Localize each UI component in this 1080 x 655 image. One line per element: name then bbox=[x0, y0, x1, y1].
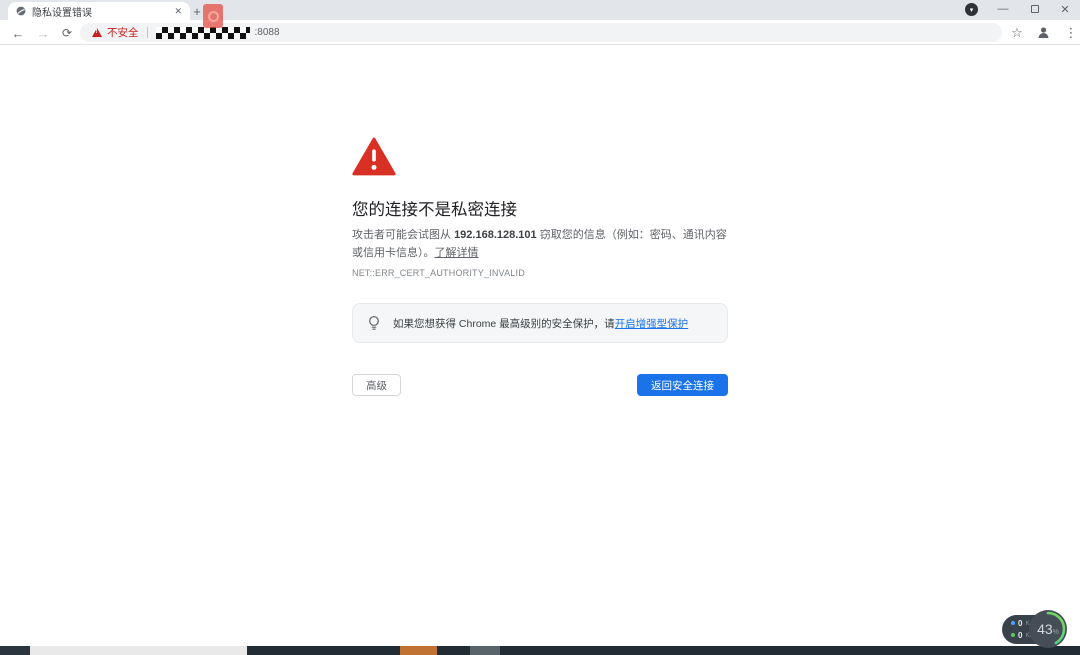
window-maximize-button[interactable] bbox=[1028, 2, 1042, 16]
overlay-toggle-chevron-icon[interactable]: ▾ bbox=[965, 3, 978, 16]
back-to-safety-button[interactable]: 返回安全连接 bbox=[637, 374, 728, 396]
enhanced-protection-link[interactable]: 开启增强型保护 bbox=[615, 318, 689, 330]
download-value: 0 bbox=[1018, 631, 1022, 640]
taskbar-segment-start[interactable] bbox=[0, 646, 30, 655]
censored-host-block bbox=[156, 27, 250, 39]
desc-prefix: 攻击者可能会试图从 bbox=[352, 229, 454, 241]
taskbar-active-app-orange-segment[interactable] bbox=[400, 646, 437, 655]
memory-arc-icon bbox=[1029, 610, 1067, 648]
lightbulb-icon bbox=[367, 315, 381, 332]
learn-more-link[interactable]: 了解详情 bbox=[435, 247, 479, 259]
tab-favicon-globe-icon bbox=[16, 6, 26, 16]
enhanced-protection-tip-box: 如果您想获得 Chrome 最高级别的安全保护，请开启增强型保护 bbox=[352, 303, 728, 343]
profile-avatar-icon[interactable] bbox=[1036, 25, 1051, 45]
tab-title: 隐私设置错误 bbox=[32, 4, 168, 19]
speed-memory-widget[interactable]: 0 K/s 0 K/s 43 % bbox=[1000, 610, 1068, 648]
taskbar-light-window-segment[interactable] bbox=[30, 646, 247, 655]
maximize-square-icon bbox=[1031, 5, 1039, 13]
tip-prefix: 如果您想获得 Chrome 最高级别的安全保护，请 bbox=[393, 318, 615, 330]
memory-usage-ball[interactable]: 43 % bbox=[1029, 610, 1067, 648]
download-dot-icon bbox=[1011, 633, 1015, 637]
address-bar-separator bbox=[147, 27, 148, 38]
error-description: 攻击者可能会试图从 192.168.128.101 窃取您的信息（例如：密码、通… bbox=[352, 227, 730, 262]
upload-dot-icon bbox=[1011, 621, 1015, 625]
taskbar-hover-app-segment[interactable] bbox=[470, 646, 500, 655]
tip-text: 如果您想获得 Chrome 最高级别的安全保护，请开启增强型保护 bbox=[393, 316, 688, 331]
url-port-text: :8088 bbox=[255, 27, 280, 38]
browser-tab[interactable]: 隐私设置错误 ✕ bbox=[8, 2, 190, 20]
taskbar-dark-segment bbox=[500, 646, 1080, 655]
attacker-host: 192.168.128.101 bbox=[454, 229, 537, 241]
error-code: NET::ERR_CERT_AUTHORITY_INVALID bbox=[352, 268, 525, 278]
kebab-menu-icon[interactable]: ⋮ bbox=[1062, 24, 1080, 42]
floating-search-overlay-icon[interactable] bbox=[203, 4, 223, 28]
reload-icon[interactable]: ⟳ bbox=[58, 24, 76, 42]
advanced-button[interactable]: 高级 bbox=[352, 374, 401, 396]
button-row: 高级 返回安全连接 bbox=[352, 374, 728, 396]
window-minimize-button[interactable]: — bbox=[996, 2, 1010, 16]
upload-value: 0 bbox=[1018, 619, 1022, 628]
window-close-button[interactable]: ✕ bbox=[1058, 2, 1072, 16]
back-icon[interactable]: ← bbox=[9, 24, 27, 42]
tab-close-icon[interactable]: ✕ bbox=[174, 6, 182, 17]
taskbar-dark-segment bbox=[247, 646, 400, 655]
ssl-warning-triangle-icon bbox=[352, 137, 396, 181]
bookmark-star-icon[interactable]: ☆ bbox=[1008, 24, 1026, 42]
not-secure-label[interactable]: 不安全 bbox=[107, 25, 139, 40]
page-title: 您的连接不是私密连接 bbox=[352, 196, 517, 220]
taskbar-dark-segment bbox=[437, 646, 470, 655]
forward-icon[interactable]: → bbox=[34, 24, 52, 42]
magnifier-ring-icon bbox=[208, 11, 219, 22]
not-secure-warning-icon bbox=[92, 28, 102, 37]
